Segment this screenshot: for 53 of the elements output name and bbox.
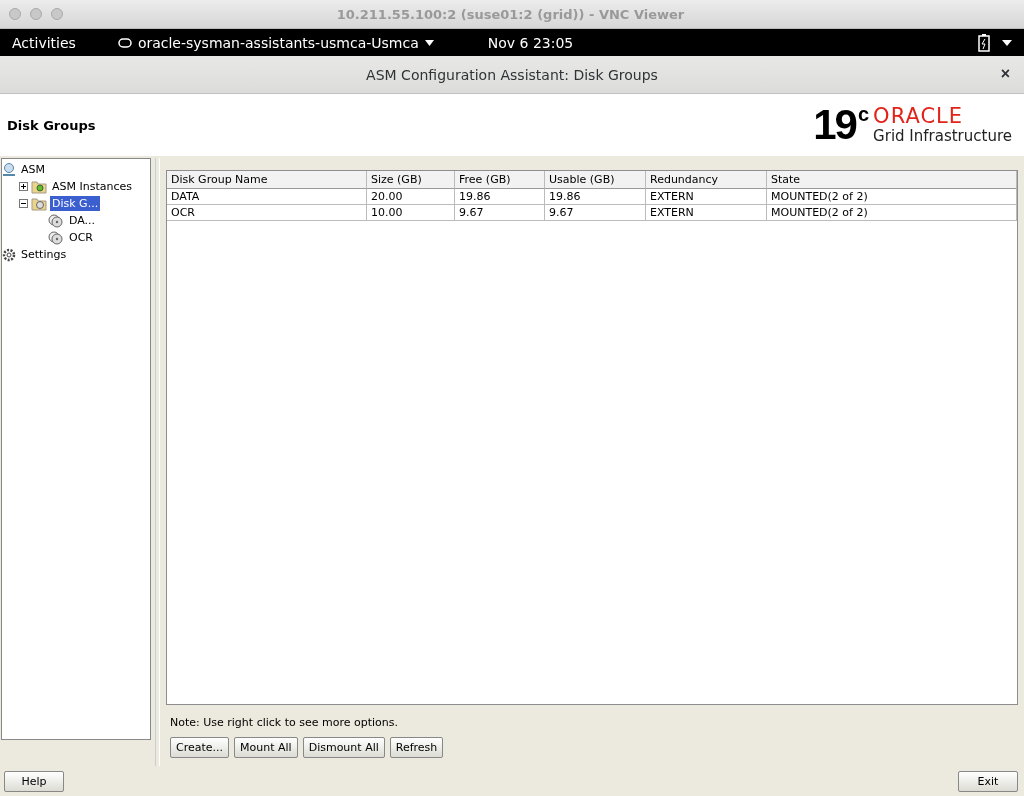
disk-icon — [48, 230, 64, 245]
plus-icon — [20, 183, 27, 190]
brand-logo: ORACLE — [873, 105, 964, 127]
table-cell: EXTERN — [646, 205, 767, 221]
action-button[interactable]: Mount All — [234, 737, 298, 758]
column-header[interactable]: Disk Group Name — [167, 171, 367, 189]
dropdown-icon — [424, 39, 434, 46]
table-cell: 20.00 — [367, 189, 455, 205]
table-cell: 19.86 — [545, 189, 646, 205]
table-cell: DATA — [167, 189, 367, 205]
dialog-title: ASM Configuration Assistant: Disk Groups — [366, 66, 658, 83]
hint-text: Note: Use right click to see more options. — [170, 716, 399, 729]
action-button[interactable]: Create... — [170, 737, 230, 758]
tree-item[interactable]: ASM — [19, 162, 47, 177]
table-cell: MOUNTED(2 of 2) — [767, 189, 1017, 205]
table-cell: 9.67 — [545, 205, 646, 221]
column-header[interactable]: Free (GB) — [455, 171, 545, 189]
tree-item[interactable]: DA... — [67, 213, 98, 228]
minus-icon — [20, 200, 27, 207]
window-title: 10.211.55.100:2 (suse01:2 (grid)) - VNC Viewer — [335, 6, 686, 22]
disk-icon — [48, 213, 64, 228]
help-button[interactable]: Help — [4, 770, 64, 792]
action-button[interactable]: Refresh — [389, 737, 444, 758]
exit-button[interactable]: Exit — [958, 770, 1018, 792]
column-header[interactable]: Redundancy — [646, 171, 767, 189]
column-header[interactable]: State — [767, 171, 1017, 189]
table-cell: EXTERN — [646, 189, 767, 205]
app-menu[interactable]: oracle-sysman-assistants-usmca-Usmca — [105, 34, 446, 51]
table-cell: 10.00 — [367, 205, 455, 221]
action-button[interactable]: Dismount All — [302, 737, 385, 758]
product-name: Grid Infrastructure — [873, 126, 1012, 145]
app-icon — [117, 37, 132, 48]
expand-toggle[interactable] — [19, 182, 28, 191]
battery-icon[interactable] — [978, 33, 990, 52]
clock[interactable]: Nov 6 23:05 — [475, 34, 586, 51]
column-header[interactable]: Size (GB) — [367, 171, 455, 189]
collapse-toggle[interactable] — [19, 199, 28, 208]
tree-item[interactable]: Disk G... — [50, 196, 101, 211]
activities-button[interactable]: Activities — [0, 34, 88, 51]
column-header[interactable]: Usable (GB) — [545, 171, 646, 189]
dropdown-icon[interactable] — [1002, 39, 1012, 46]
folder-icon — [31, 196, 47, 211]
page-title: Disk Groups — [7, 117, 96, 133]
table-cell: MOUNTED(2 of 2) — [767, 205, 1017, 221]
tree-item[interactable]: Settings — [19, 247, 69, 262]
tree-item[interactable]: OCR — [67, 230, 95, 245]
table-cell: 19.86 — [455, 189, 545, 205]
folder-icon — [31, 179, 47, 194]
table-cell: 9.67 — [455, 205, 545, 221]
tree-item[interactable]: ASM Instances — [50, 179, 134, 194]
server-icon — [2, 162, 16, 177]
table-cell: OCR — [167, 205, 367, 221]
close-button[interactable]: × — [996, 65, 1014, 83]
